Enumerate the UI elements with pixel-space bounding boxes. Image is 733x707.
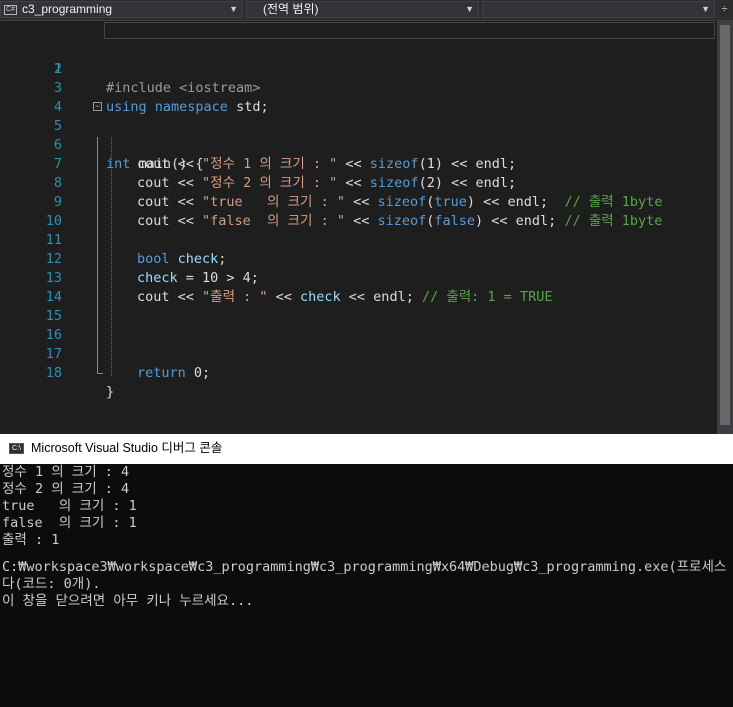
code-line: 9 cout << "false 의 크기 : " << sizeof(fals… [0,174,715,229]
code-line: 12 check = 10 > 4; [0,231,715,286]
console-title-bar[interactable]: C:\ Microsoft Visual Studio 디버그 콘솔 [0,434,733,464]
console-line: true 의 크기 : 1 [2,498,137,514]
code-text: 0; [185,365,211,381]
console-line: 정수 2 의 크기 : 4 [2,481,130,497]
project-dropdown[interactable]: C# c3_programming ▼ [0,1,243,18]
scope-label: (전역 범위) [263,2,319,16]
console-line: false 의 크기 : 1 [2,515,137,531]
line-number: 18 [45,365,62,381]
collapse-toggle-icon[interactable]: − [93,102,102,111]
line-code[interactable]: return 0; [137,364,210,383]
code-line: 15 [0,288,715,324]
code-editor[interactable]: 1 #include <iostream> 2 3 using namespac… [0,21,733,434]
scrollbar-thumb[interactable] [720,25,730,425]
console-line: C:₩workspace3₩workspace₩c3_programming₩c… [2,559,727,575]
code-line: 3 using namespace std; [0,60,715,115]
console-line: 다(코드: 0개). [2,576,101,592]
csharp-project-icon: C# [4,5,17,15]
console-line: 이 창을 닫으려면 아무 키나 누르세요... [2,593,254,609]
code-line: 10 [0,193,715,229]
console-line: 출력 : 1 [2,532,60,548]
chevron-down-icon: ▼ [465,4,474,14]
code-line: 18 } [0,345,715,400]
code-line: 16 [0,307,715,343]
console-app-icon: C:\ [9,443,24,454]
code-line: 1 #include <iostream> [0,22,715,96]
code-line: 11 bool check; [0,212,715,267]
console-output[interactable]: 정수 1 의 크기 : 4 정수 2 의 크기 : 4 true 의 크기 : … [0,464,733,707]
editor-navigation-bar: C# c3_programming ▼ (전역 범위) ▼ ▼ ÷ [0,0,733,21]
code-line: 6 cout << "정수 1 의 크기 : " << sizeof(1) <<… [0,117,715,172]
chevron-down-icon: ▼ [229,4,238,14]
code-line: 8 cout << "true 의 크기 : " << sizeof(true)… [0,155,715,210]
code-line: 5 − int main() { [0,98,715,173]
code-line: 13 cout << "출력 : " << check << endl; // … [0,250,715,305]
code-line: 7 cout << "정수 2 의 크기 : " << sizeof(2) <<… [0,136,715,191]
current-line-highlight [104,22,715,39]
code-line: 14 [0,269,715,305]
console-line: 정수 1 의 크기 : 4 [2,464,130,480]
line-code[interactable]: } [106,383,114,402]
project-label: c3_programming [22,2,113,16]
vertical-scrollbar[interactable] [717,21,733,434]
console-title: Microsoft Visual Studio 디버그 콘솔 [31,441,223,455]
code-text: } [106,384,115,400]
member-dropdown[interactable]: ▼ [482,1,715,18]
code-line: 17 return 0; [0,326,715,381]
scope-dropdown[interactable]: (전역 범위) ▼ [246,1,479,18]
code-line: 2 [0,41,715,77]
code-line: 4 [0,79,715,115]
outline-fold-end [97,373,103,374]
keyword: return [137,365,186,381]
split-window-icon[interactable]: ÷ [718,2,731,17]
chevron-down-icon: ▼ [701,4,710,14]
